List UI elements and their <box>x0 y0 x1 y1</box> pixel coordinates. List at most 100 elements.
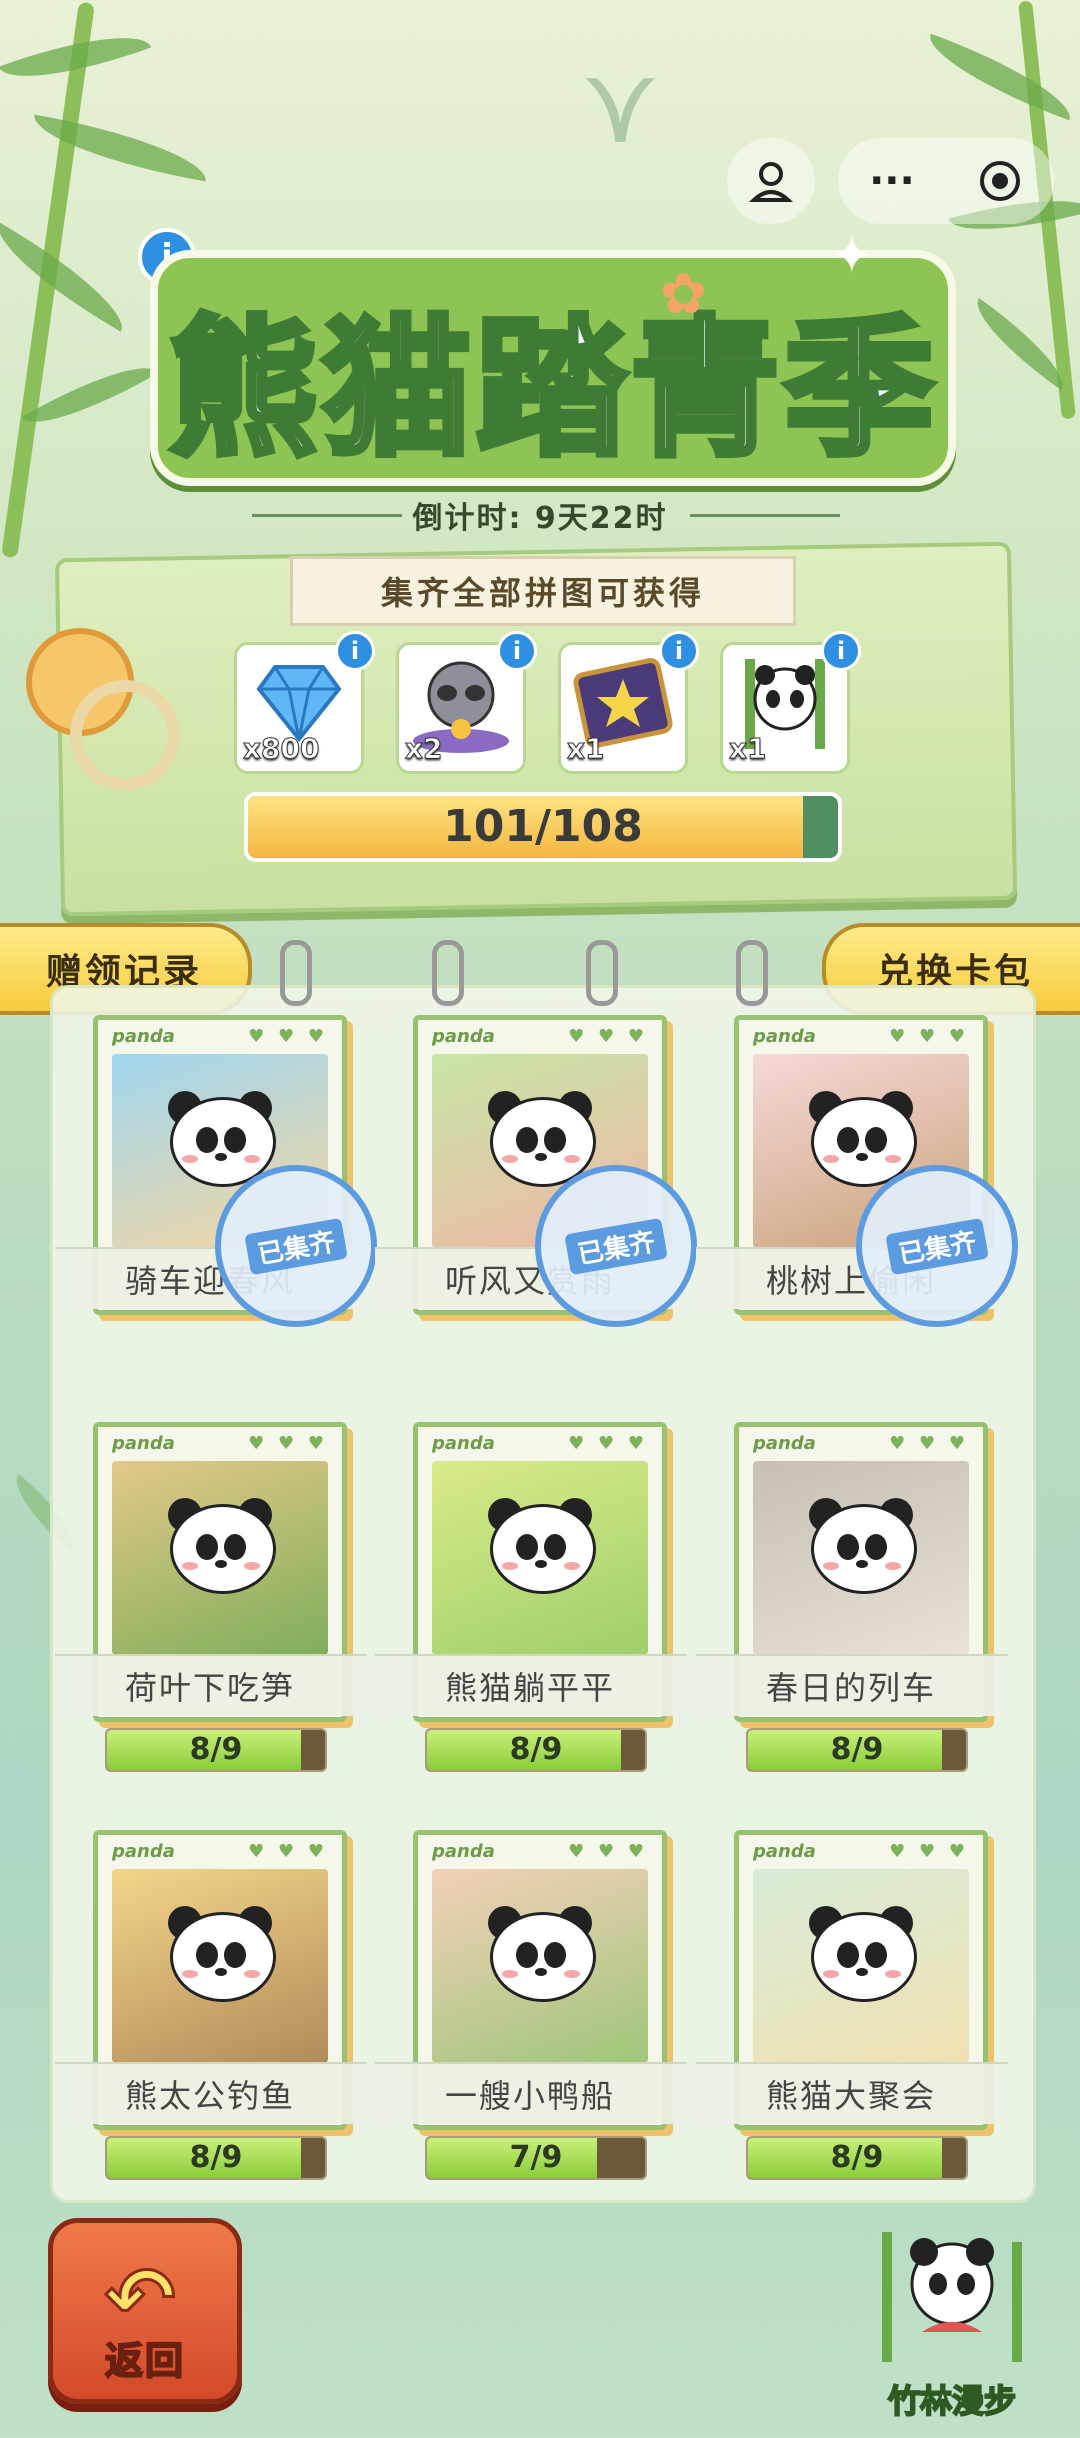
hearts-icon: ♥ ♥ ♥ <box>248 1841 328 1862</box>
card-progress-text: 8/9 <box>830 1732 884 1767</box>
puzzle-card-slot[interactable]: panda ♥ ♥ ♥ 荷叶下吃笋 8/9 <box>55 1422 367 1772</box>
reward-qty: x800 <box>243 732 321 766</box>
back-label: 返回 <box>104 2338 185 2384</box>
reward-star-card[interactable]: i x1 <box>558 631 699 774</box>
flower-icon: ✿ <box>660 262 707 327</box>
card-illustration <box>753 1869 969 2063</box>
reward-raccoon[interactable]: i x2 <box>396 631 537 774</box>
card-title: 一艘小鸭船 <box>445 2077 616 2115</box>
puzzle-card-slot[interactable]: panda ♥ ♥ ♥ 春日的列车 8/9 <box>696 1422 1008 1772</box>
capsule-menu: ··· <box>838 138 1054 224</box>
countdown-text: 倒计时: 9天22时 <box>412 501 668 536</box>
card-progress-bar: 7/9 <box>425 2136 647 2180</box>
card-title-strip: 春日的列车 <box>696 1654 1008 1716</box>
panda-icon <box>160 1906 280 2012</box>
panda-icon <box>801 1906 921 2012</box>
card-progress-text: 8/9 <box>509 1732 563 1767</box>
card-brand: panda <box>112 1433 175 1454</box>
reward-bamboo-panda[interactable]: i x1 <box>720 631 861 774</box>
lock-ring-icon <box>70 680 180 790</box>
puzzle-card-slot[interactable]: panda ♥ ♥ ♥ 一艘小鸭船 7/9 <box>375 1830 687 2180</box>
panda-avatar-icon <box>882 2232 1022 2362</box>
hearts-icon: ♥ ♥ ♥ <box>889 1433 969 1454</box>
puzzle-card-slot[interactable]: panda ♥ ♥ ♥ 骑车迎春风 已集齐 <box>55 1015 390 1365</box>
panda-icon <box>480 1906 600 2012</box>
hearts-icon: ♥ ♥ ♥ <box>889 1841 969 1862</box>
card-progress-text: 8/9 <box>830 2140 884 2175</box>
card-progress-text: 8/9 <box>189 1732 243 1767</box>
profile-icon <box>748 162 794 202</box>
collection-progress-bar: 101/108 <box>244 792 842 862</box>
panda-icon <box>480 1498 600 1604</box>
card-brand: panda <box>432 1841 495 1862</box>
hearts-icon: ♥ ♥ ♥ <box>248 1026 328 1047</box>
card-brand: panda <box>753 1433 816 1454</box>
sparkle-icon: ✦ <box>830 226 874 286</box>
collected-stamp-label: 已集齐 <box>244 1217 348 1275</box>
collected-stamp-label: 已集齐 <box>564 1217 668 1275</box>
card-title-strip: 熊猫大聚会 <box>696 2062 1008 2124</box>
card-progress-bar: 8/9 <box>105 1728 327 1772</box>
puzzle-card-slot[interactable]: panda ♥ ♥ ♥ 熊太公钓鱼 8/9 <box>55 1830 367 2180</box>
bamboo-walk-label: 竹林漫步 <box>887 2381 1017 2421</box>
card-progress-bar: 8/9 <box>746 1728 968 1772</box>
bamboo-walk-button[interactable]: 竹林漫步 <box>862 2222 1042 2422</box>
reward-qty: x1 <box>729 732 768 766</box>
card-title: 春日的列车 <box>766 1669 937 1707</box>
card-brand: panda <box>432 1026 495 1047</box>
profile-button[interactable] <box>727 138 815 224</box>
card-progress-bar: 8/9 <box>425 1728 647 1772</box>
card-title: 熊太公钓鱼 <box>125 2077 296 2115</box>
ribbon-text: 集齐全部拼图可获得 <box>380 574 705 612</box>
binder-ring <box>432 940 464 1006</box>
hearts-icon: ♥ ♥ ♥ <box>568 1433 648 1454</box>
hearts-icon: ♥ ♥ ♥ <box>568 1841 648 1862</box>
progress-text: 101/108 <box>443 801 643 852</box>
card-illustration <box>432 1869 648 2063</box>
card-title: 荷叶下吃笋 <box>125 1669 296 1707</box>
card-title: 熊猫躺平平 <box>445 1669 616 1707</box>
card-title-strip: 荷叶下吃笋 <box>55 1654 367 1716</box>
card-illustration <box>112 1869 328 2063</box>
card-brand: panda <box>432 1433 495 1454</box>
hearts-icon: ♥ ♥ ♥ <box>248 1433 328 1454</box>
reward-info-button[interactable]: i <box>821 631 861 671</box>
binder-ring <box>586 940 618 1006</box>
more-menu-button[interactable]: ··· <box>869 158 915 204</box>
card-title-strip: 一艘小鸭船 <box>375 2062 687 2124</box>
hearts-icon: ♥ ♥ ♥ <box>889 1026 969 1047</box>
card-illustration <box>753 1461 969 1655</box>
panda-icon <box>801 1498 921 1604</box>
card-title-strip: 熊猫躺平平 <box>375 1654 687 1716</box>
card-progress-bar: 8/9 <box>746 2136 968 2180</box>
card-brand: panda <box>753 1841 816 1862</box>
card-title-strip: 熊太公钓鱼 <box>55 2062 367 2124</box>
card-progress-bar: 8/9 <box>105 2136 327 2180</box>
swallow-icon: ⋎ <box>580 40 661 168</box>
puzzle-card-slot[interactable]: panda ♥ ♥ ♥ 熊猫躺平平 8/9 <box>375 1422 687 1772</box>
card-illustration <box>432 1461 648 1655</box>
puzzle-card-slot[interactable]: panda ♥ ♥ ♥ 熊猫大聚会 8/9 <box>696 1830 1008 2180</box>
panda-icon <box>160 1498 280 1604</box>
puzzle-card-slot[interactable]: panda ♥ ♥ ♥ 听风又赏雨 已集齐 <box>375 1015 710 1365</box>
reward-qty: x1 <box>567 732 606 766</box>
reward-info-button[interactable]: i <box>497 631 537 671</box>
page-title: 熊猫踏青季 <box>165 300 938 480</box>
reward-info-button[interactable]: i <box>335 631 375 671</box>
binder-ring <box>736 940 768 1006</box>
reward-qty: x2 <box>405 732 444 766</box>
hearts-icon: ♥ ♥ ♥ <box>568 1026 648 1047</box>
puzzle-card-slot[interactable]: panda ♥ ♥ ♥ 桃树上偷闲 已集齐 <box>696 1015 1031 1365</box>
card-brand: panda <box>753 1026 816 1047</box>
reward-diamond[interactable]: i x800 <box>234 631 375 774</box>
binder-ring <box>280 940 312 1006</box>
close-miniprogram-icon[interactable] <box>977 158 1023 204</box>
back-button[interactable]: ↶ 返回 <box>48 2218 242 2404</box>
card-brand: panda <box>112 1026 175 1047</box>
collected-stamp-label: 已集齐 <box>885 1217 989 1275</box>
card-brand: panda <box>112 1841 175 1862</box>
reward-info-button[interactable]: i <box>659 631 699 671</box>
card-progress-text: 8/9 <box>189 2140 243 2175</box>
reward-ribbon: 集齐全部拼图可获得 <box>290 556 796 626</box>
card-illustration <box>112 1461 328 1655</box>
